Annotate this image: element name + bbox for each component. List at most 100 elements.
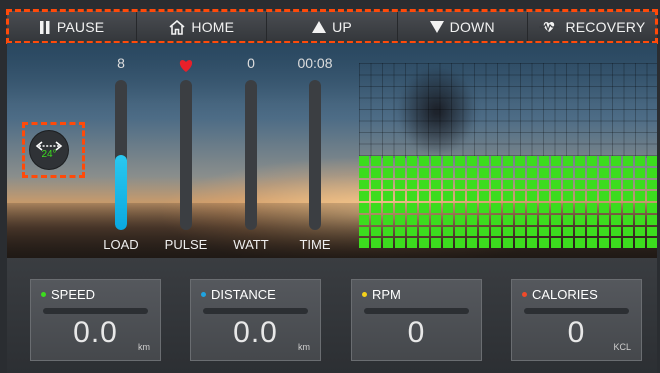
down-label: DOWN — [449, 19, 495, 35]
profile-cell — [503, 167, 513, 178]
profile-cell — [455, 156, 465, 166]
profile-cell — [407, 214, 417, 225]
up-button[interactable]: UP — [267, 11, 398, 43]
profile-cell — [395, 226, 405, 237]
profile-cell — [419, 214, 429, 225]
profile-cell — [575, 214, 585, 225]
load-meter: 8 LOAD — [91, 55, 151, 255]
profile-cell — [623, 179, 633, 190]
profile-cell — [407, 179, 417, 190]
home-button[interactable]: HOME — [137, 11, 268, 43]
profile-cell — [359, 238, 369, 248]
calories-label: CALORIES — [532, 287, 598, 302]
profile-cell — [539, 191, 549, 201]
profile-cell — [503, 238, 513, 248]
profile-cell — [551, 226, 561, 237]
pulse-meter: PULSE — [156, 55, 216, 255]
profile-cell — [623, 156, 633, 166]
profile-cell — [359, 214, 369, 225]
profile-cell — [599, 226, 609, 237]
incline-profile-grid — [359, 156, 657, 248]
profile-cell — [371, 167, 381, 178]
speed-title: SPEED — [41, 287, 95, 302]
distance-card: DISTANCE 0.0 km — [190, 279, 321, 361]
profile-cell — [563, 156, 573, 166]
load-track — [115, 80, 127, 230]
profile-cell — [563, 203, 573, 213]
distance-unit: km — [298, 342, 310, 352]
profile-cell — [371, 179, 381, 190]
rpm-bar — [364, 308, 469, 314]
profile-cell — [599, 203, 609, 213]
up-triangle-icon — [312, 21, 327, 33]
profile-cell — [587, 191, 597, 201]
up-label: UP — [332, 19, 352, 35]
profile-cell — [515, 214, 525, 225]
profile-cell — [419, 179, 429, 190]
profile-cell — [371, 214, 381, 225]
profile-cell — [611, 214, 621, 225]
profile-cell — [527, 226, 537, 237]
profile-cell — [587, 167, 597, 178]
profile-cell — [491, 214, 501, 225]
profile-cell — [359, 226, 369, 237]
profile-cell — [623, 238, 633, 248]
profile-cell — [383, 191, 393, 201]
profile-cell — [443, 203, 453, 213]
profile-cell — [419, 203, 429, 213]
recovery-button[interactable]: RECOVERY — [528, 11, 657, 43]
profile-cell — [467, 167, 477, 178]
profile-cell — [455, 226, 465, 237]
distance-dot-icon — [201, 292, 206, 297]
profile-cell — [383, 203, 393, 213]
watt-value: 0 — [247, 55, 255, 71]
watt-meter: 0 WATT — [221, 55, 281, 255]
profile-cell — [623, 214, 633, 225]
profile-cell — [479, 179, 489, 190]
profile-cell — [479, 156, 489, 166]
profile-cell — [407, 238, 417, 248]
profile-cell — [407, 226, 417, 237]
profile-cell — [539, 238, 549, 248]
profile-grid-background — [359, 63, 657, 158]
rpm-label: RPM — [372, 287, 401, 302]
profile-cell — [431, 179, 441, 190]
profile-cell — [491, 167, 501, 178]
profile-cell — [359, 179, 369, 190]
profile-cell — [455, 203, 465, 213]
profile-cell — [515, 238, 525, 248]
profile-cell — [551, 214, 561, 225]
profile-cell — [395, 167, 405, 178]
profile-cell — [371, 238, 381, 248]
profile-cell — [467, 203, 477, 213]
profile-cell — [455, 191, 465, 201]
profile-cell — [443, 191, 453, 201]
profile-cell — [479, 226, 489, 237]
profile-cell — [515, 156, 525, 166]
calories-title: CALORIES — [522, 287, 598, 302]
profile-cell — [515, 203, 525, 213]
profile-cell — [431, 226, 441, 237]
pause-button[interactable]: PAUSE — [7, 11, 138, 43]
speed-unit: km — [138, 342, 150, 352]
profile-cell — [467, 238, 477, 248]
profile-cell — [467, 191, 477, 201]
profile-cell — [479, 238, 489, 248]
pulse-track — [180, 80, 192, 230]
profile-cell — [431, 238, 441, 248]
profile-cell — [395, 214, 405, 225]
profile-cell — [371, 156, 381, 166]
calories-bar — [524, 308, 629, 314]
profile-cell — [647, 156, 657, 166]
profile-cell — [599, 214, 609, 225]
pause-label: PAUSE — [56, 19, 105, 35]
profile-cell — [539, 226, 549, 237]
down-button[interactable]: DOWN — [398, 11, 528, 43]
incline-value: 24° — [41, 149, 57, 160]
profile-cell — [383, 167, 393, 178]
profile-cell — [395, 191, 405, 201]
profile-cell — [479, 214, 489, 225]
incline-control[interactable]: 24° — [30, 131, 68, 169]
profile-cell — [563, 191, 573, 201]
profile-cell — [611, 191, 621, 201]
